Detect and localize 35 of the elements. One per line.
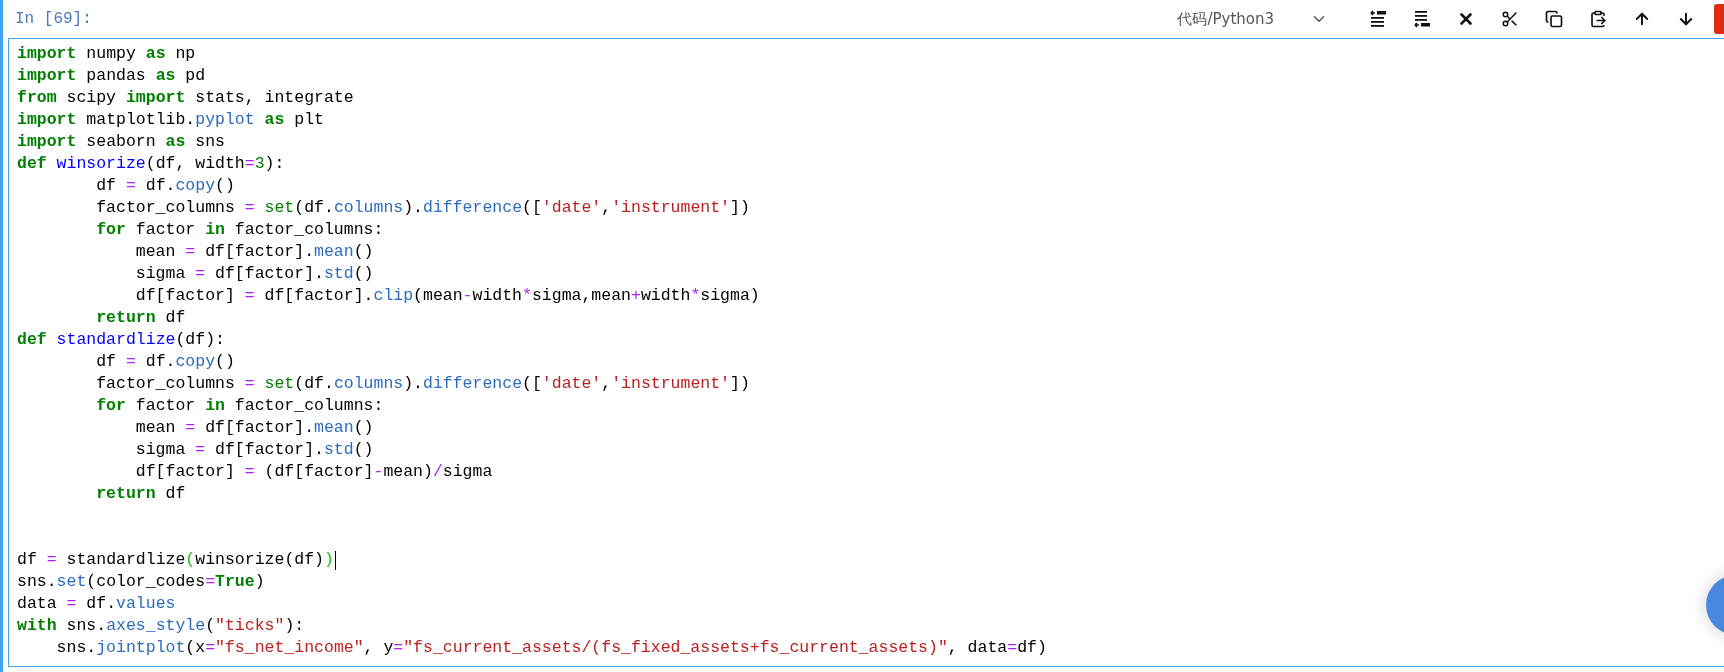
cell-prompt: In [69]: [15,10,92,28]
code-line: from scipy import stats, integrate [17,87,354,109]
code-line: mean = df[factor].mean() [134,241,374,263]
cell-type-dropdown[interactable]: 代码/Python3 [1177,9,1328,29]
code-line: mean = df[factor].mean() [134,417,374,439]
code-line: def winsorize(df, width=3): [17,153,285,175]
code-line: import numpy as np [17,43,196,65]
code-line: sigma = df[factor].std() [134,263,374,285]
code-line: df[factor] = df[factor].clip(mean-width*sigma,mean+width*sigma) [134,285,760,307]
code-line: df = standardlize(winsorize(df)) [17,549,337,571]
code-line: for factor in factor_columns: [95,219,384,241]
code-line: import seaborn as sns [17,131,225,153]
code-line: sigma = df[factor].std() [134,439,374,461]
code-line: data = df.values [17,593,176,615]
clipboard-icon [1589,10,1607,28]
code-line: factor_columns = set(df.columns).difference(['date','instrument']) [95,197,750,219]
code-line: import matplotlib.pyplot as plt [17,109,324,131]
code-line: factor_columns = set(df.columns).difference(['date','instrument']) [95,373,750,395]
close-icon [1457,10,1475,28]
insert-below-icon [1413,10,1431,28]
copy-icon [1545,10,1563,28]
insert-above-icon [1369,10,1387,28]
code-line: with sns.axes_style("ticks"): [17,615,305,637]
code-line: sns.set(color_codes=True) [17,571,265,593]
code-line: return df [95,307,186,329]
code-line: import pandas as pd [17,65,206,87]
arrow-down-icon [1677,10,1695,28]
code-line: def standardlize(df): [17,329,225,351]
scissors-icon [1501,10,1519,28]
code-line: for factor in factor_columns: [95,395,384,417]
code-line: df[factor] = (df[factor]-mean)/sigma [134,461,493,483]
code-line: df = df.copy() [95,351,235,373]
code-line: df = df.copy() [95,175,235,197]
code-line: return df [95,483,186,505]
code-line: sns.jointplot(x="fs_net_income", y="fs_current_assets/(fs_fixed_assets+fs_current_assets)", data=df) [55,637,1047,659]
